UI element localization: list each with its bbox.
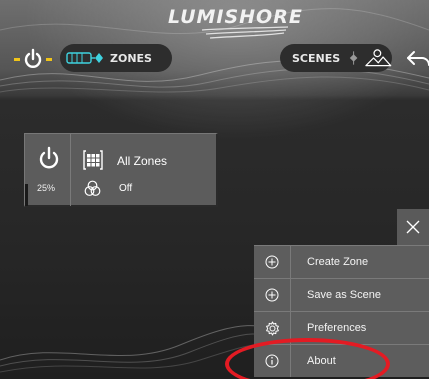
menu-item-label: Preferences [307,322,367,334]
zone-name: All Zones [117,154,168,168]
plus-circle-icon [265,288,279,302]
back-arrow-icon[interactable] [404,46,429,72]
scene-diamond-icon [349,51,358,65]
logo-swoosh-icon [201,26,289,39]
brightness-bar [25,184,28,206]
zones-label: ZONES [110,51,152,65]
menu-item-save-as-scene[interactable]: Save as Scene [254,278,429,311]
close-menu-button[interactable] [397,209,429,245]
master-power-button[interactable] [8,46,58,72]
zones-icon [66,52,103,64]
color-mix-icon [84,180,101,196]
close-icon [406,220,420,234]
brand-logo: LUMISHORE [168,6,303,28]
zones-tab[interactable]: ZONES [60,44,172,72]
zone-card-all-zones[interactable]: 25% All Zones Off [24,133,218,207]
zone-power-icon[interactable] [38,146,60,170]
power-icon [24,48,42,68]
zone-color-state: Off [119,183,133,194]
zone-power-column: 25% [25,134,71,206]
scenes-tab[interactable]: SCENES [280,44,392,72]
menu-item-label: Create Zone [307,256,369,268]
power-indicator-left [14,57,20,61]
power-indicator-right [46,57,52,61]
landscape-icon [365,49,392,67]
gear-icon [265,321,279,335]
brightness-percent: 25% [37,183,56,193]
menu-item-label: Save as Scene [307,289,381,301]
scenes-label: SCENES [292,51,341,65]
plus-circle-icon [265,255,279,269]
zone-grid-icon [83,150,103,170]
menu-item-create-zone[interactable]: Create Zone [254,245,429,278]
